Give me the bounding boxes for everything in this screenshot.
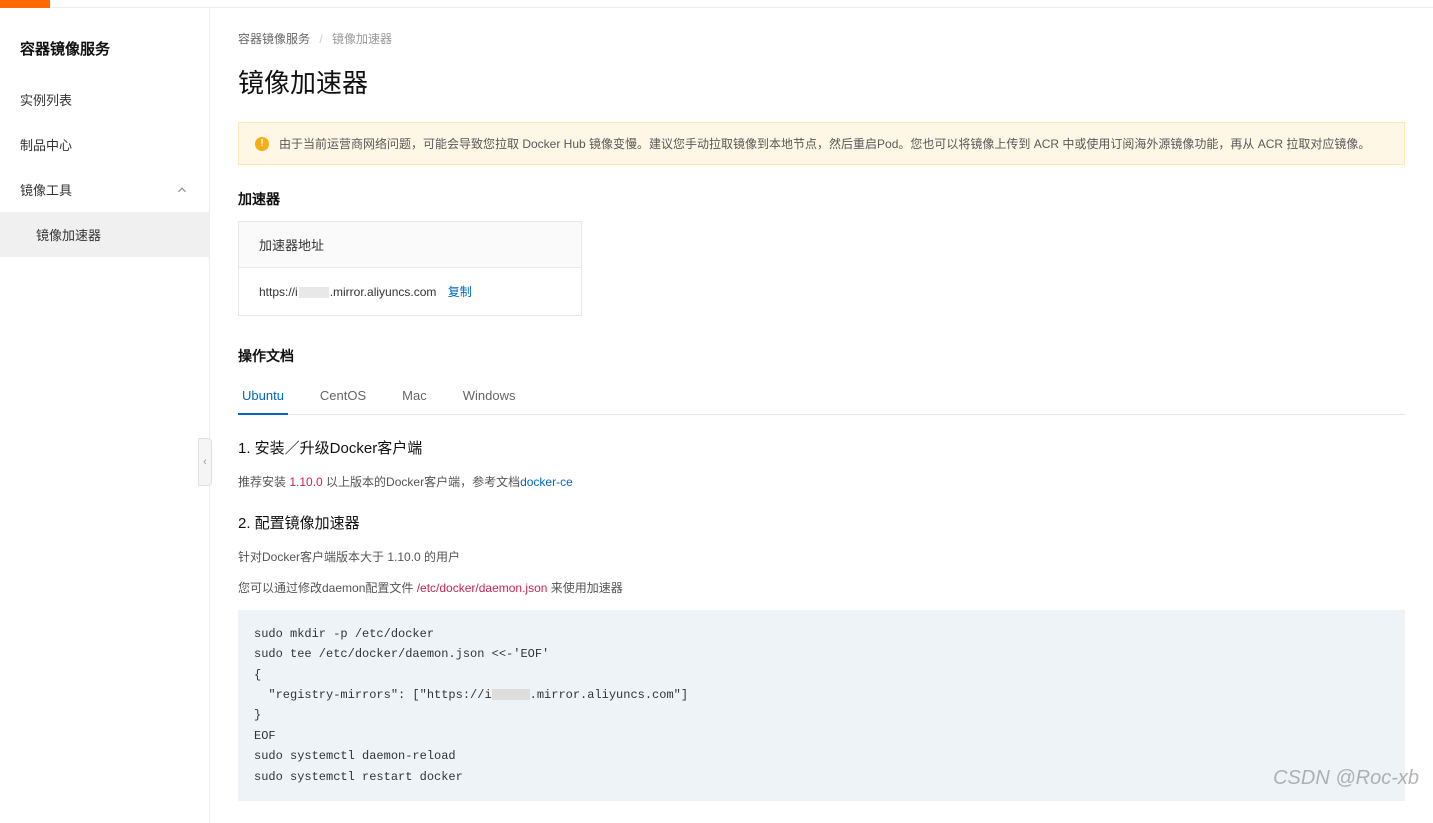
alert-text: 由于当前运营商网络问题，可能会导致您拉取 Docker Hub 镜像变慢。建议您… [279,135,1370,152]
topbar [0,0,1433,8]
sidebar-title: 容器镜像服务 [0,28,209,77]
breadcrumb-root[interactable]: 容器镜像服务 [238,32,310,46]
step2-heading: 2. 配置镜像加速器 [238,512,1405,533]
accelerator-address-box: 加速器地址 https://i .mirror.aliyuncs.com 复制 [238,221,582,316]
daemon-config-path: /etc/docker/daemon.json [417,581,548,595]
breadcrumb-current: 镜像加速器 [332,32,392,46]
step1-heading: 1. 安装／升级Docker客户端 [238,437,1405,458]
topbar-accent [0,0,50,8]
warning-icon: ! [255,137,269,151]
sidebar-item-instances[interactable]: 实例列表 [0,77,209,122]
sidebar-group-label: 镜像工具 [20,180,72,199]
docker-version: 1.10.0 [289,475,322,489]
docs-section-title: 操作文档 [238,346,1405,366]
accelerator-address-header: 加速器地址 [239,222,581,268]
main-content: ‹ 容器镜像服务 / 镜像加速器 镜像加速器 ! 由于当前运营商网络问题，可能会… [210,8,1433,823]
accelerator-address-body: https://i .mirror.aliyuncs.com 复制 [239,268,581,315]
os-tabs: Ubuntu CentOS Mac Windows [238,378,1405,415]
accelerator-url-prefix: https://i [259,285,298,299]
sidebar-item-mirror-accelerator[interactable]: 镜像加速器 [0,212,209,257]
code-block[interactable]: sudo mkdir -p /etc/docker sudo tee /etc/… [238,610,1405,801]
docker-ce-link[interactable]: docker-ce [520,475,573,489]
warning-alert: ! 由于当前运营商网络问题，可能会导致您拉取 Docker Hub 镜像变慢。建… [238,122,1405,165]
accelerator-section-title: 加速器 [238,189,1405,209]
step2-text-a: 针对Docker客户端版本大于 1.10.0 的用户 [238,547,1405,569]
breadcrumb: 容器镜像服务 / 镜像加速器 [238,30,1405,47]
accelerator-url-suffix: .mirror.aliyuncs.com [330,285,437,299]
sidebar-group-mirror-tools[interactable]: 镜像工具 [0,167,209,212]
tab-ubuntu[interactable]: Ubuntu [238,378,288,415]
sidebar: 容器镜像服务 实例列表 制品中心 镜像工具 镜像加速器 [0,8,210,823]
tab-mac[interactable]: Mac [398,378,431,415]
sidebar-item-artifacts[interactable]: 制品中心 [0,122,209,167]
sidebar-collapse-handle[interactable]: ‹ [198,438,212,486]
breadcrumb-separator: / [319,32,322,46]
tab-windows[interactable]: Windows [459,378,520,415]
step2-text-b: 您可以通过修改daemon配置文件 /etc/docker/daemon.jso… [238,578,1405,600]
copy-button[interactable]: 复制 [448,285,472,299]
redacted-text [299,287,329,298]
tab-centos[interactable]: CentOS [316,378,370,415]
page-title: 镜像加速器 [238,63,1405,100]
code-post: .mirror.aliyuncs.com"] } EOF sudo system… [254,688,688,784]
chevron-up-icon [175,183,189,197]
step1-text: 推荐安装 1.10.0 以上版本的Docker客户端，参考文档docker-ce [238,472,1405,494]
redacted-text [492,689,530,700]
